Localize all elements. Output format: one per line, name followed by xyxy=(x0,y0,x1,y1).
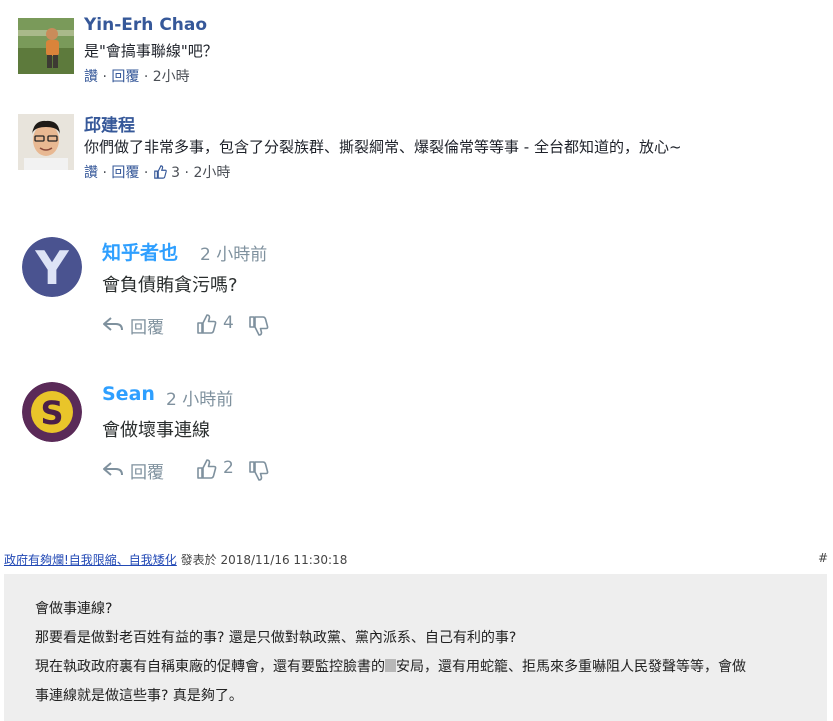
comment-time[interactable]: 2小時 xyxy=(153,69,190,85)
comment-actions: 讚 · 回覆 · 3 · 2小時 xyxy=(84,162,230,182)
post-line-part: 現在執政政府裏有自稱東廠的促轉會，還有要監控臉書的 xyxy=(35,659,385,675)
upvote-icon[interactable] xyxy=(196,313,218,335)
redacted-character xyxy=(385,659,396,672)
comment-text: 會做壞事連線 xyxy=(102,420,210,441)
commenter-name[interactable]: 知乎者也 xyxy=(102,238,178,265)
like-link[interactable]: 讚 xyxy=(84,69,98,85)
comment-time[interactable]: 2 小時前 xyxy=(200,240,267,265)
svg-text:Y: Y xyxy=(34,241,69,295)
commenter-name[interactable]: Yin-Erh Chao xyxy=(84,15,207,35)
downvote-icon[interactable] xyxy=(248,315,270,337)
svg-text:S: S xyxy=(40,394,63,432)
upvote-icon[interactable] xyxy=(196,458,218,480)
comment-time[interactable]: 2小時 xyxy=(193,165,230,181)
downvote-icon[interactable] xyxy=(248,460,270,482)
separator: · xyxy=(143,69,153,85)
thumbs-up-icon[interactable] xyxy=(153,165,167,179)
reply-button[interactable]: 回覆 xyxy=(130,458,164,483)
author-link[interactable]: 政府有夠爛!自我限縮、自我矮化 xyxy=(4,553,177,567)
post-header: 政府有夠爛!自我限縮、自我矮化 發表於 2018/11/16 11:30:18 xyxy=(4,551,347,568)
comment-text: 是"會搞事聯線"吧？ xyxy=(84,42,218,60)
upvote-count: 2 xyxy=(223,458,234,478)
post-body: 會做事連線? 那要看是做對老百姓有益的事? 還是只做對執政黨、黨內派系、自己有利… xyxy=(4,574,827,721)
post-line: 那要看是做對老百姓有益的事? 還是只做對執政黨、黨內派系、自己有利的事? xyxy=(35,630,517,646)
post-line-part: 安局，還有用蛇籠、拒馬來多重嚇阻人民發聲等等，會做 xyxy=(396,659,746,675)
commenter-name[interactable]: Sean xyxy=(102,383,155,405)
upvote-count: 4 xyxy=(223,313,234,333)
avatar[interactable] xyxy=(18,114,74,170)
comment-text: 你們做了非常多事，包含了分裂族群、撕裂綱常、爆裂倫常等等事 - 全台都知道的，放… xyxy=(84,138,682,156)
post-line: 現在執政政府裏有自稱東廠的促轉會，還有要監控臉書的 安局，還有用蛇籠、拒馬來多重嚇… xyxy=(35,656,746,676)
avatar[interactable] xyxy=(18,18,74,74)
reply-button[interactable]: 回覆 xyxy=(130,313,164,338)
commenter-name[interactable]: 邱建程 xyxy=(84,111,135,136)
comment-time[interactable]: 2 小時前 xyxy=(166,385,233,410)
avatar[interactable]: Y xyxy=(22,237,82,297)
post-date: 發表於 2018/11/16 11:30:18 xyxy=(180,553,348,567)
reply-link[interactable]: 回覆 xyxy=(111,69,139,85)
like-count: 3 xyxy=(171,165,181,181)
comment-text: 會負債賄貪污嗎? xyxy=(102,275,238,296)
post-line: 事連線就是做這些事? 真是夠了。 xyxy=(35,688,243,704)
reply-arrow-icon[interactable] xyxy=(102,315,124,333)
reply-link[interactable]: 回覆 xyxy=(111,165,139,181)
comment-actions: 讚 · 回覆 · 2小時 xyxy=(84,66,190,86)
post-line: 會做事連線? xyxy=(35,601,113,617)
avatar[interactable]: S xyxy=(22,382,82,442)
reply-arrow-icon[interactable] xyxy=(102,460,124,478)
post-anchor-link[interactable]: # xyxy=(818,551,828,565)
like-link[interactable]: 讚 xyxy=(84,165,98,181)
separator: · xyxy=(143,165,153,181)
